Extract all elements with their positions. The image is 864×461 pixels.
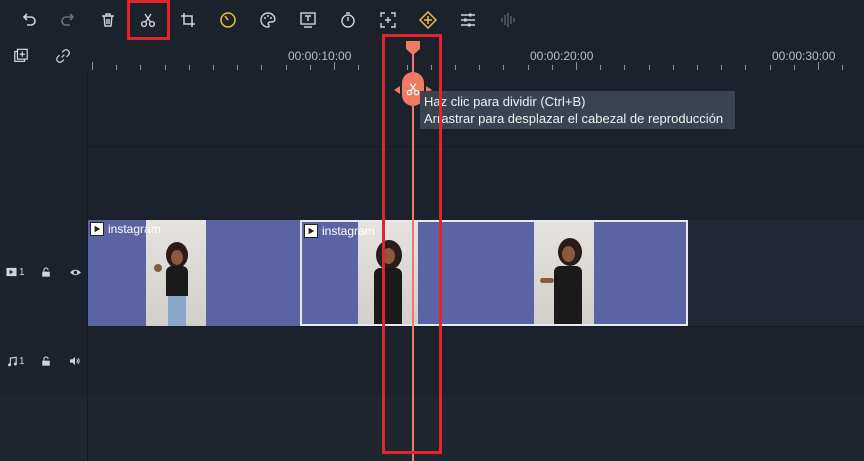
- text-edit-button[interactable]: [295, 8, 321, 32]
- play-icon: [90, 222, 104, 236]
- ruler-tick: [164, 65, 166, 70]
- ruler-tick: [309, 65, 311, 70]
- tooltip-line-1: Haz clic para dividir (Ctrl+B): [424, 94, 586, 109]
- undo-button[interactable]: [16, 8, 42, 32]
- audio-track-label: 1: [7, 354, 25, 368]
- audio-track[interactable]: [88, 326, 864, 396]
- ruler-tick: [769, 65, 771, 70]
- ruler-tick: [600, 65, 602, 70]
- split-tooltip: Haz clic para dividir (Ctrl+B) Arrastrar…: [420, 91, 735, 129]
- undo-icon: [22, 13, 36, 26]
- palette-icon: [260, 12, 276, 28]
- ruler-label-20s: 00:00:20:00: [530, 49, 594, 63]
- ruler-tick: [624, 65, 626, 70]
- highlight-box-split-button: [127, 0, 170, 40]
- visibility-button[interactable]: [68, 265, 82, 279]
- ruler-tick: [479, 65, 481, 70]
- audio-track-head: 1: [0, 326, 88, 396]
- audio-track-index: 1: [19, 355, 25, 367]
- ruler-tick: [672, 65, 674, 70]
- timeline-editor: 00:00:10:00 00:00:20:00 00:00:30:00 1 in…: [0, 0, 864, 461]
- clip-title: instagram: [304, 224, 375, 238]
- play-icon: [304, 224, 318, 238]
- video-track-index: 1: [19, 266, 25, 278]
- delete-icon: [102, 13, 114, 27]
- time-ruler[interactable]: 00:00:10:00 00:00:20:00 00:00:30:00: [88, 40, 864, 72]
- crop-button[interactable]: [175, 8, 201, 32]
- adjust-button[interactable]: [455, 8, 481, 32]
- color-button[interactable]: [255, 8, 281, 32]
- ruler-tick: [188, 65, 190, 70]
- ruler-tick: [140, 65, 142, 70]
- ruler-tick: [503, 65, 505, 70]
- audio-wave-icon: [501, 13, 515, 27]
- lock-icon: [42, 266, 50, 277]
- clip-thumbnail: [534, 222, 594, 324]
- redo-button[interactable]: [55, 8, 81, 32]
- ruler-tick: [745, 65, 747, 70]
- clip-title-text: instagram: [108, 222, 161, 236]
- video-track[interactable]: instagram instagram: [88, 220, 864, 326]
- video-clip-selected[interactable]: instagram: [300, 220, 688, 326]
- fit-screen-icon: [380, 12, 396, 28]
- keyframe-button[interactable]: [415, 8, 441, 32]
- ruler-tick: [551, 65, 553, 70]
- eye-icon: [69, 269, 81, 275]
- speaker-icon: [70, 356, 80, 366]
- speed-icon: [220, 12, 236, 28]
- ruler-tick: [213, 65, 214, 70]
- text-edit-icon: [300, 12, 316, 28]
- delete-button[interactable]: [95, 8, 121, 32]
- keyframe-icon: [419, 11, 437, 29]
- lock-button[interactable]: [40, 265, 52, 279]
- empty-track-head: [0, 72, 88, 220]
- ruler-tick: [261, 65, 263, 70]
- ruler-tick: [237, 65, 239, 70]
- ruler-tick: [721, 65, 723, 70]
- ruler-tick: [334, 62, 335, 70]
- tooltip-line-2: Arrastrar para desplazar el cabezal de r…: [424, 111, 724, 126]
- add-track-icon: [14, 48, 28, 62]
- redo-icon: [61, 13, 75, 26]
- link-button[interactable]: [54, 47, 72, 65]
- volume-button[interactable]: [68, 354, 82, 368]
- video-track-label: 1: [6, 265, 25, 279]
- link-icon: [56, 49, 70, 63]
- video-clip[interactable]: instagram: [88, 220, 300, 326]
- divider: [88, 146, 864, 147]
- ruler-tick: [527, 65, 529, 70]
- clip-title: instagram: [90, 222, 161, 236]
- ruler-tick: [697, 65, 698, 70]
- video-track-icon: [6, 267, 17, 277]
- fit-button[interactable]: [375, 8, 401, 32]
- crop-icon: [181, 13, 195, 27]
- ruler-tick: [842, 65, 844, 70]
- highlight-box-playhead: [382, 34, 442, 454]
- ruler-tick: [455, 65, 456, 70]
- ruler-tick: [116, 65, 118, 70]
- adjust-icon: [461, 13, 475, 27]
- ruler-tick: [793, 65, 795, 70]
- ruler-tick: [92, 62, 93, 70]
- ruler-label-10s: 00:00:10:00: [288, 49, 352, 63]
- video-track-head: 1: [0, 220, 88, 326]
- lock-button[interactable]: [40, 354, 52, 368]
- ruler-tick: [285, 65, 287, 70]
- lock-icon: [42, 355, 50, 366]
- music-note-icon: [8, 356, 17, 366]
- audio-wave-button[interactable]: [495, 8, 521, 32]
- clip-title-text: instagram: [322, 224, 375, 238]
- timer-icon: [341, 12, 355, 28]
- ruler-label-30s: 00:00:30:00: [772, 49, 836, 63]
- speed-button[interactable]: [215, 8, 241, 32]
- duration-button[interactable]: [335, 8, 361, 32]
- ruler-tick: [358, 65, 360, 70]
- ruler-tick: [818, 62, 819, 70]
- ruler-head: [0, 40, 88, 72]
- ruler-tick: [648, 65, 650, 70]
- ruler-tick: [576, 62, 577, 70]
- add-track-button[interactable]: [12, 47, 30, 65]
- bottom-track-head: [0, 396, 88, 461]
